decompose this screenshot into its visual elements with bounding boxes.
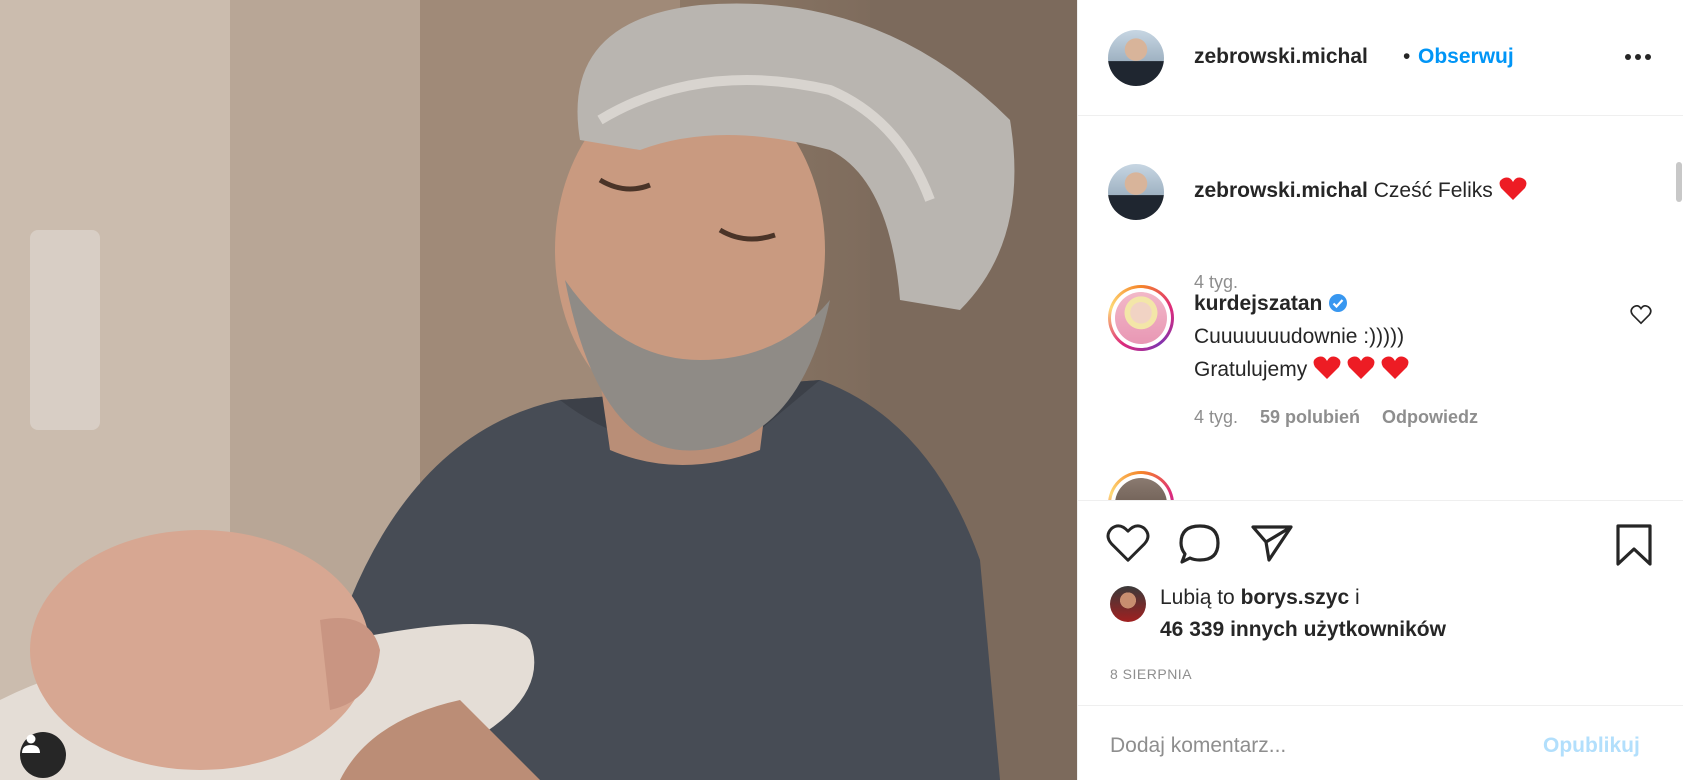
comment-icon[interactable] [1178,523,1222,565]
comment-likes[interactable]: 59 polubień [1260,407,1360,428]
post-photo[interactable] [0,0,1077,780]
author-username[interactable]: zebrowski.michal [1194,45,1368,69]
reply-button[interactable]: Odpowiedz [1382,407,1478,428]
caption-avatar[interactable] [1108,164,1164,220]
commenter-avatar[interactable] [1108,285,1174,351]
caption-text: Cześć Feliks [1373,179,1493,202]
red-heart-emoji-icon [1313,356,1341,379]
comment-input[interactable] [1110,728,1530,764]
author-avatar[interactable] [1108,30,1164,86]
likes-suffix: i [1354,586,1360,609]
caption-username[interactable]: zebrowski.michal [1194,179,1368,202]
liker-avatar[interactable] [1110,586,1146,622]
follow-button[interactable]: Obserwuj [1418,45,1514,69]
red-heart-emoji-icon [1381,356,1409,379]
bookmark-icon[interactable] [1614,523,1654,567]
commenter-username[interactable]: kurdejszatan [1194,292,1322,315]
user-tag-icon [22,734,40,753]
photo-illustration [0,0,1077,780]
comment-time: 4 tyg. [1194,407,1239,427]
post-header: zebrowski.michal • Obserwuj [1078,0,1683,116]
red-heart-emoji-icon [1499,177,1527,200]
list-item: kurdejszatan Cuuuuuuudownie :))))) Gratu… [1108,285,1668,445]
comment-like-heart-icon[interactable] [1630,305,1652,325]
separator-dot: • [1403,45,1411,68]
verified-badge-icon [1329,294,1348,312]
post-side-panel: zebrowski.michal • Obserwuj zebrowski.mi… [1077,0,1683,780]
likes-count[interactable]: 46 339 innych użytkowników [1160,618,1446,641]
list-item [1108,471,1668,500]
comments-list[interactable]: zebrowski.michal Cześć Feliks 4 tyg. kur… [1078,117,1683,500]
more-options-icon[interactable] [1618,42,1658,72]
red-heart-emoji-icon [1347,356,1375,379]
caption: zebrowski.michal Cześć Feliks 4 tyg. [1108,164,1668,292]
publish-button[interactable]: Opublikuj [1543,734,1640,758]
add-comment-bar: Opublikuj [1078,705,1683,780]
user-tag-button[interactable] [20,732,66,778]
liker-username[interactable]: borys.szyc [1241,586,1350,609]
post-date[interactable]: 8 SIERPNIA [1110,666,1192,682]
comment-text-line2: Gratulujemy [1194,358,1308,381]
comment-text-line1: Cuuuuuuudownie :))))) [1194,325,1405,348]
likes-prefix: Lubią to [1160,586,1235,609]
heart-icon[interactable] [1106,523,1150,563]
post-actions: Lubią to borys.szyc i 46 339 innych użyt… [1078,500,1683,705]
share-icon[interactable] [1250,523,1294,563]
comments-scrollbar[interactable] [1676,162,1682,202]
commenter-avatar[interactable] [1108,471,1174,500]
